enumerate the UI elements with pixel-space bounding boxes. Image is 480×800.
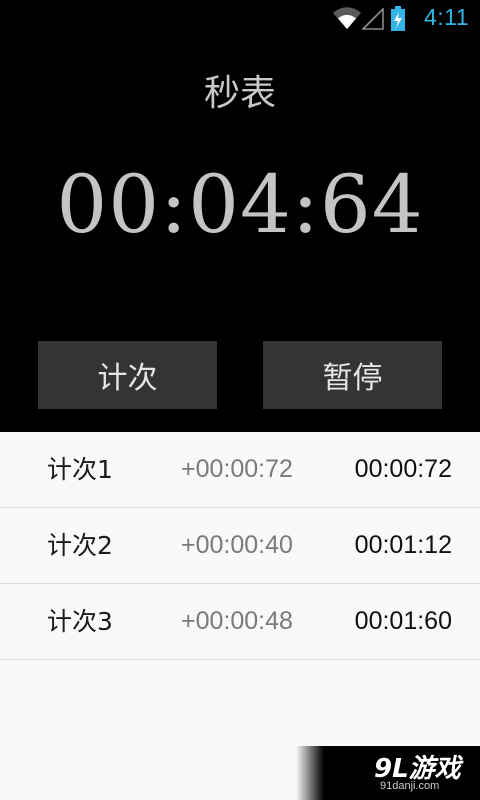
lap-split: +00:00:72: [181, 455, 293, 483]
lap-total: 00:00:72: [354, 455, 452, 483]
timer-display: 00:04:64: [56, 158, 424, 251]
lap-row: 计次1 +00:00:72 00:00:72: [0, 432, 480, 508]
page-title: 秒表: [203, 73, 276, 114]
status-time: 4:11: [424, 4, 470, 30]
lap-split: +00:00:40: [181, 531, 293, 559]
lap-name: 计次1: [47, 455, 113, 484]
pause-button[interactable]: 暂停: [263, 341, 442, 409]
battery-charging-icon: [391, 6, 405, 31]
lap-name: 计次2: [47, 531, 113, 560]
watermark: 9L游戏 91danji.com: [296, 746, 480, 800]
stopwatch-screen: 4:11 秒表 00:04:64 计次 暂停 计次1 +00:00:72 00:…: [0, 0, 480, 800]
status-bar: 4:11: [0, 0, 480, 38]
signal-icon: [362, 8, 384, 30]
watermark-site: 91danji.com: [380, 780, 440, 792]
lap-list: 计次1 +00:00:72 00:00:72 计次2 +00:00:40 00:…: [0, 432, 480, 800]
lap-row: 计次3 +00:00:48 00:01:60: [0, 584, 480, 660]
wifi-icon: [333, 7, 361, 30]
lap-total: 00:01:60: [354, 607, 452, 635]
lap-split: +00:00:48: [181, 607, 293, 635]
lap-total: 00:01:12: [354, 531, 452, 559]
lap-button[interactable]: 计次: [38, 341, 217, 409]
lap-row: 计次2 +00:00:40 00:01:12: [0, 508, 480, 584]
lap-name: 计次3: [47, 607, 113, 636]
